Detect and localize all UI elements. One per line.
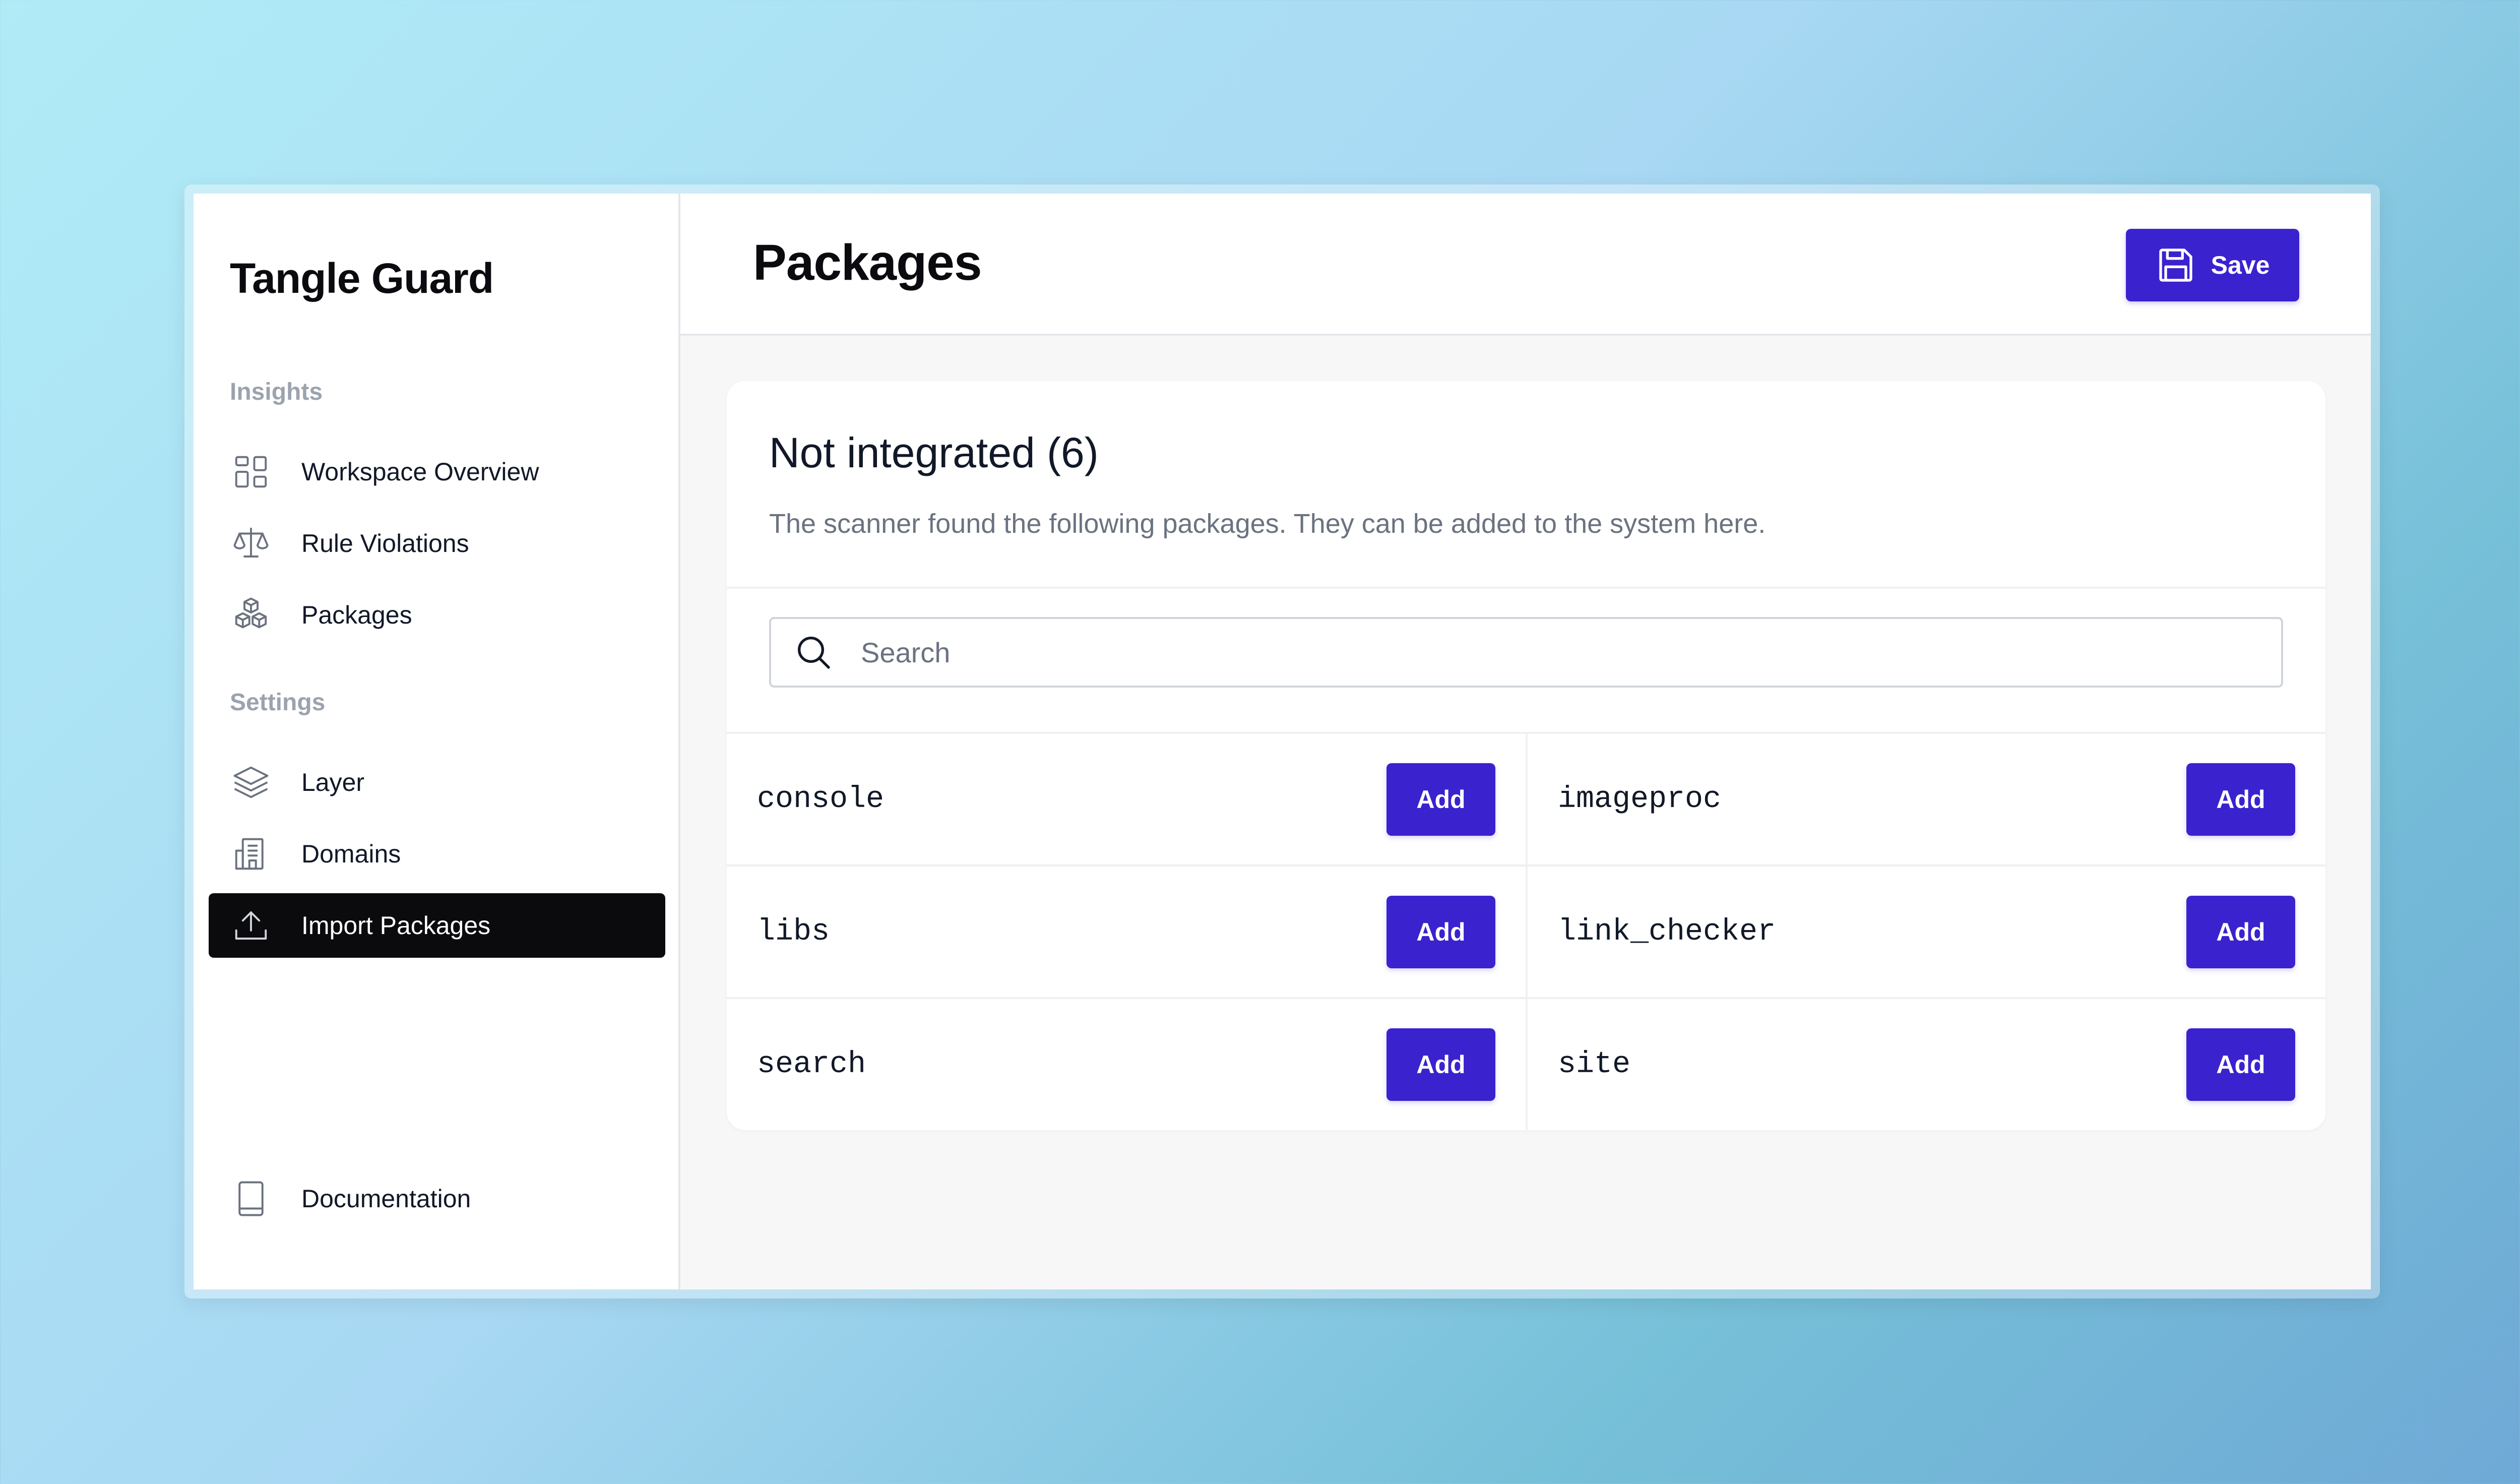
main-content: Packages Save Not integrated (6) The sca… (680, 194, 2371, 1289)
add-package-button[interactable]: Add (2186, 1028, 2295, 1101)
package-row: console Add (727, 732, 1528, 864)
sidebar-item-rule-violations[interactable]: Rule Violations (209, 511, 665, 576)
search-input[interactable] (860, 635, 2223, 669)
card-title: Not integrated (6) (769, 429, 1099, 476)
add-package-button[interactable]: Add (2186, 895, 2295, 968)
sidebar-item-label: Layer (301, 768, 365, 796)
package-name: imageproc (1558, 782, 1722, 817)
sidebar-item-workspace-overview[interactable]: Workspace Overview (209, 440, 665, 504)
floppy-disk-icon (2159, 249, 2192, 282)
sidebar-item-label: Documentation (301, 1185, 471, 1213)
brand-title: Tangle Guard (230, 255, 494, 302)
add-package-button[interactable]: Add (1387, 763, 1495, 836)
package-row: link_checker Add (1528, 864, 2325, 997)
sidebar-item-layer[interactable]: Layer (209, 750, 665, 815)
package-name: site (1558, 1047, 1631, 1082)
sidebar-item-domains[interactable]: Domains (209, 822, 665, 886)
search-box[interactable] (769, 617, 2283, 688)
cubes-icon (230, 594, 272, 636)
scale-icon (230, 522, 272, 565)
section-label-settings: Settings (230, 689, 326, 716)
package-name: search (757, 1047, 866, 1082)
package-row: site Add (1528, 997, 2325, 1130)
section-label-insights: Insights (230, 379, 323, 405)
grid-icon (230, 451, 272, 493)
package-grid: console Add imageproc Add libs Add link_… (727, 732, 2325, 1130)
not-integrated-card: Not integrated (6) The scanner found the… (727, 381, 2325, 1130)
package-row: search Add (727, 997, 1528, 1130)
sidebar-item-label: Packages (301, 601, 412, 629)
sidebar: Tangle Guard Insights Workspace Overview (194, 194, 680, 1289)
page-header: Packages Save (680, 194, 2371, 336)
card-description: The scanner found the following packages… (769, 509, 1766, 539)
sidebar-item-import-packages[interactable]: Import Packages (209, 893, 665, 958)
app-shell: Tangle Guard Insights Workspace Overview (194, 194, 2371, 1289)
book-icon (230, 1178, 272, 1220)
save-button[interactable]: Save (2126, 229, 2299, 301)
sidebar-item-packages[interactable]: Packages (209, 583, 665, 647)
save-button-label: Save (2211, 251, 2270, 279)
add-package-button[interactable]: Add (1387, 1028, 1495, 1101)
page-title: Packages (753, 234, 982, 291)
package-row: imageproc Add (1528, 732, 2325, 864)
sidebar-item-label: Import Packages (301, 911, 491, 940)
sidebar-item-label: Workspace Overview (301, 458, 539, 486)
sidebar-item-documentation[interactable]: Documentation (209, 1166, 665, 1231)
sidebar-item-label: Domains (301, 840, 401, 868)
search-icon (798, 637, 830, 669)
upload-icon (230, 904, 272, 947)
card-divider (727, 587, 2325, 589)
app-window: Tangle Guard Insights Workspace Overview (184, 184, 2380, 1298)
building-icon (230, 833, 272, 875)
sidebar-item-label: Rule Violations (301, 529, 469, 558)
layers-icon (230, 761, 272, 803)
package-name: console (757, 782, 885, 817)
package-name: libs (757, 914, 830, 949)
package-name: link_checker (1558, 914, 1776, 949)
add-package-button[interactable]: Add (1387, 895, 1495, 968)
add-package-button[interactable]: Add (2186, 763, 2295, 836)
package-row: libs Add (727, 864, 1528, 997)
